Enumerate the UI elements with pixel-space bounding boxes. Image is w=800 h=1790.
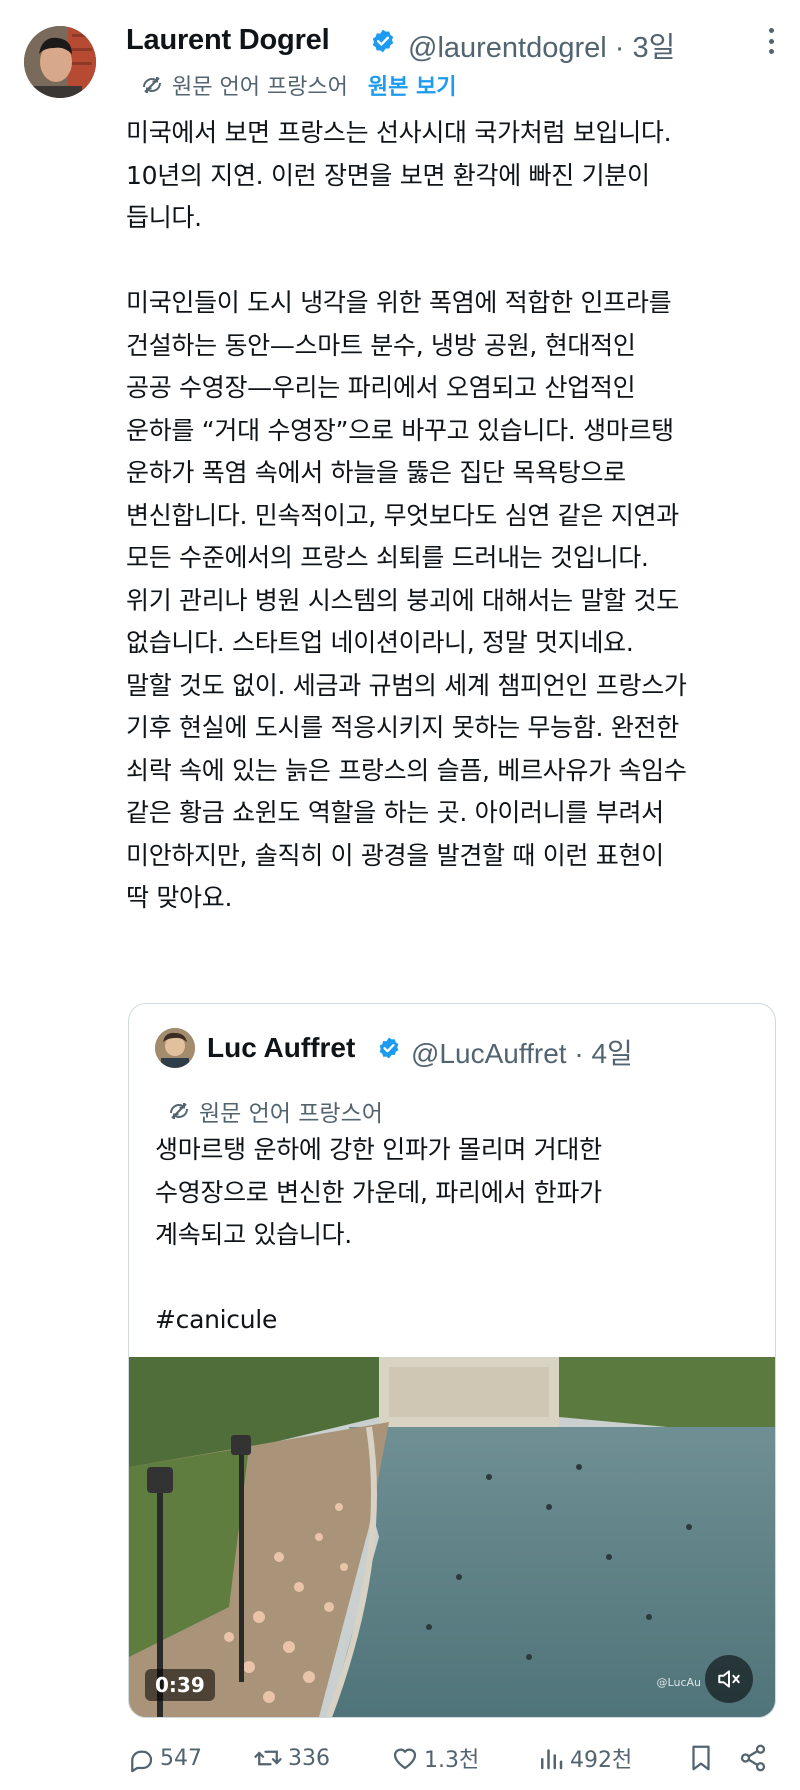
- reply-icon: [131, 1750, 153, 1773]
- like-count: 1.3천: [424, 1748, 480, 1773]
- views-icon: [541, 1749, 563, 1770]
- translated-from-label: 원문 언어 프랑스어: [172, 75, 348, 100]
- video-duration: 0:39: [145, 1669, 215, 1701]
- bookmark-icon: [692, 1745, 710, 1771]
- video-player[interactable]: 0:39 @LucAu: [129, 1357, 775, 1717]
- translate-icon: [143, 77, 161, 93]
- share-button[interactable]: [738, 1738, 772, 1778]
- quoted-author-name[interactable]: Luc Auffret: [207, 1032, 355, 1064]
- action-bar: 547 336 1.3천 492천: [126, 1738, 776, 1778]
- mute-icon[interactable]: [705, 1655, 753, 1703]
- views-count: 492천: [570, 1748, 633, 1773]
- verified-icon: [379, 1037, 399, 1059]
- quoted-author-handle[interactable]: @LucAuffret: [411, 1038, 567, 1069]
- separator: ·: [614, 32, 625, 64]
- repost-count: 336: [288, 1745, 330, 1771]
- reply-count: 547: [160, 1745, 202, 1771]
- author-name[interactable]: Laurent Dogrel: [126, 24, 330, 57]
- quoted-handle-time[interactable]: @LucAuffret · 4일: [411, 1032, 633, 1072]
- video-watermark: @LucAu: [656, 1676, 701, 1689]
- reply-button[interactable]: 547: [126, 1738, 202, 1778]
- repost-button[interactable]: 336: [252, 1738, 330, 1778]
- verified-icon: [372, 29, 394, 53]
- repost-icon: [254, 1750, 282, 1766]
- bookmark-button[interactable]: [686, 1738, 720, 1778]
- like-button[interactable]: 1.3천: [390, 1738, 479, 1778]
- quoted-translated-from-label: 원문 언어 프랑스어: [199, 1101, 383, 1127]
- translate-icon: [170, 1103, 188, 1119]
- author-handle-time[interactable]: @laurentdogrel · 3일: [408, 24, 675, 66]
- more-icon[interactable]: [766, 28, 776, 54]
- quoted-author-avatar[interactable]: [155, 1028, 195, 1068]
- author-handle[interactable]: @laurentdogrel: [408, 32, 607, 64]
- separator: ·: [574, 1038, 584, 1069]
- tweet-body: 미국에서 보면 프랑스는 선사시대 국가처럼 보입니다. 10년의 지연. 이런…: [126, 118, 687, 912]
- author-avatar[interactable]: [24, 26, 96, 98]
- video-thumbnail: [129, 1357, 775, 1717]
- share-icon: [740, 1744, 766, 1772]
- quoted-tweet-body: 생마르탱 운하에 강한 인파가 몰리며 거대한 수영장으로 변신한 가운데, 파…: [155, 1135, 602, 1334]
- tweet-header: Laurent Dogrel @laurentdogrel · 3일: [126, 20, 776, 64]
- quoted-translation-notice: 원문 언어 프랑스어: [167, 1094, 383, 1128]
- view-original-link[interactable]: 원본 보기: [368, 69, 457, 101]
- post-time[interactable]: 3일: [633, 32, 676, 64]
- quoted-tweet[interactable]: Luc Auffret @LucAuffret · 4일 원문 언어 프랑스어 …: [128, 1003, 776, 1718]
- quoted-post-time[interactable]: 4일: [591, 1038, 632, 1069]
- like-icon: [393, 1748, 417, 1770]
- translation-notice: 원문 언어 프랑스어 원본 보기: [140, 70, 457, 100]
- views-button[interactable]: 492천: [536, 1738, 632, 1778]
